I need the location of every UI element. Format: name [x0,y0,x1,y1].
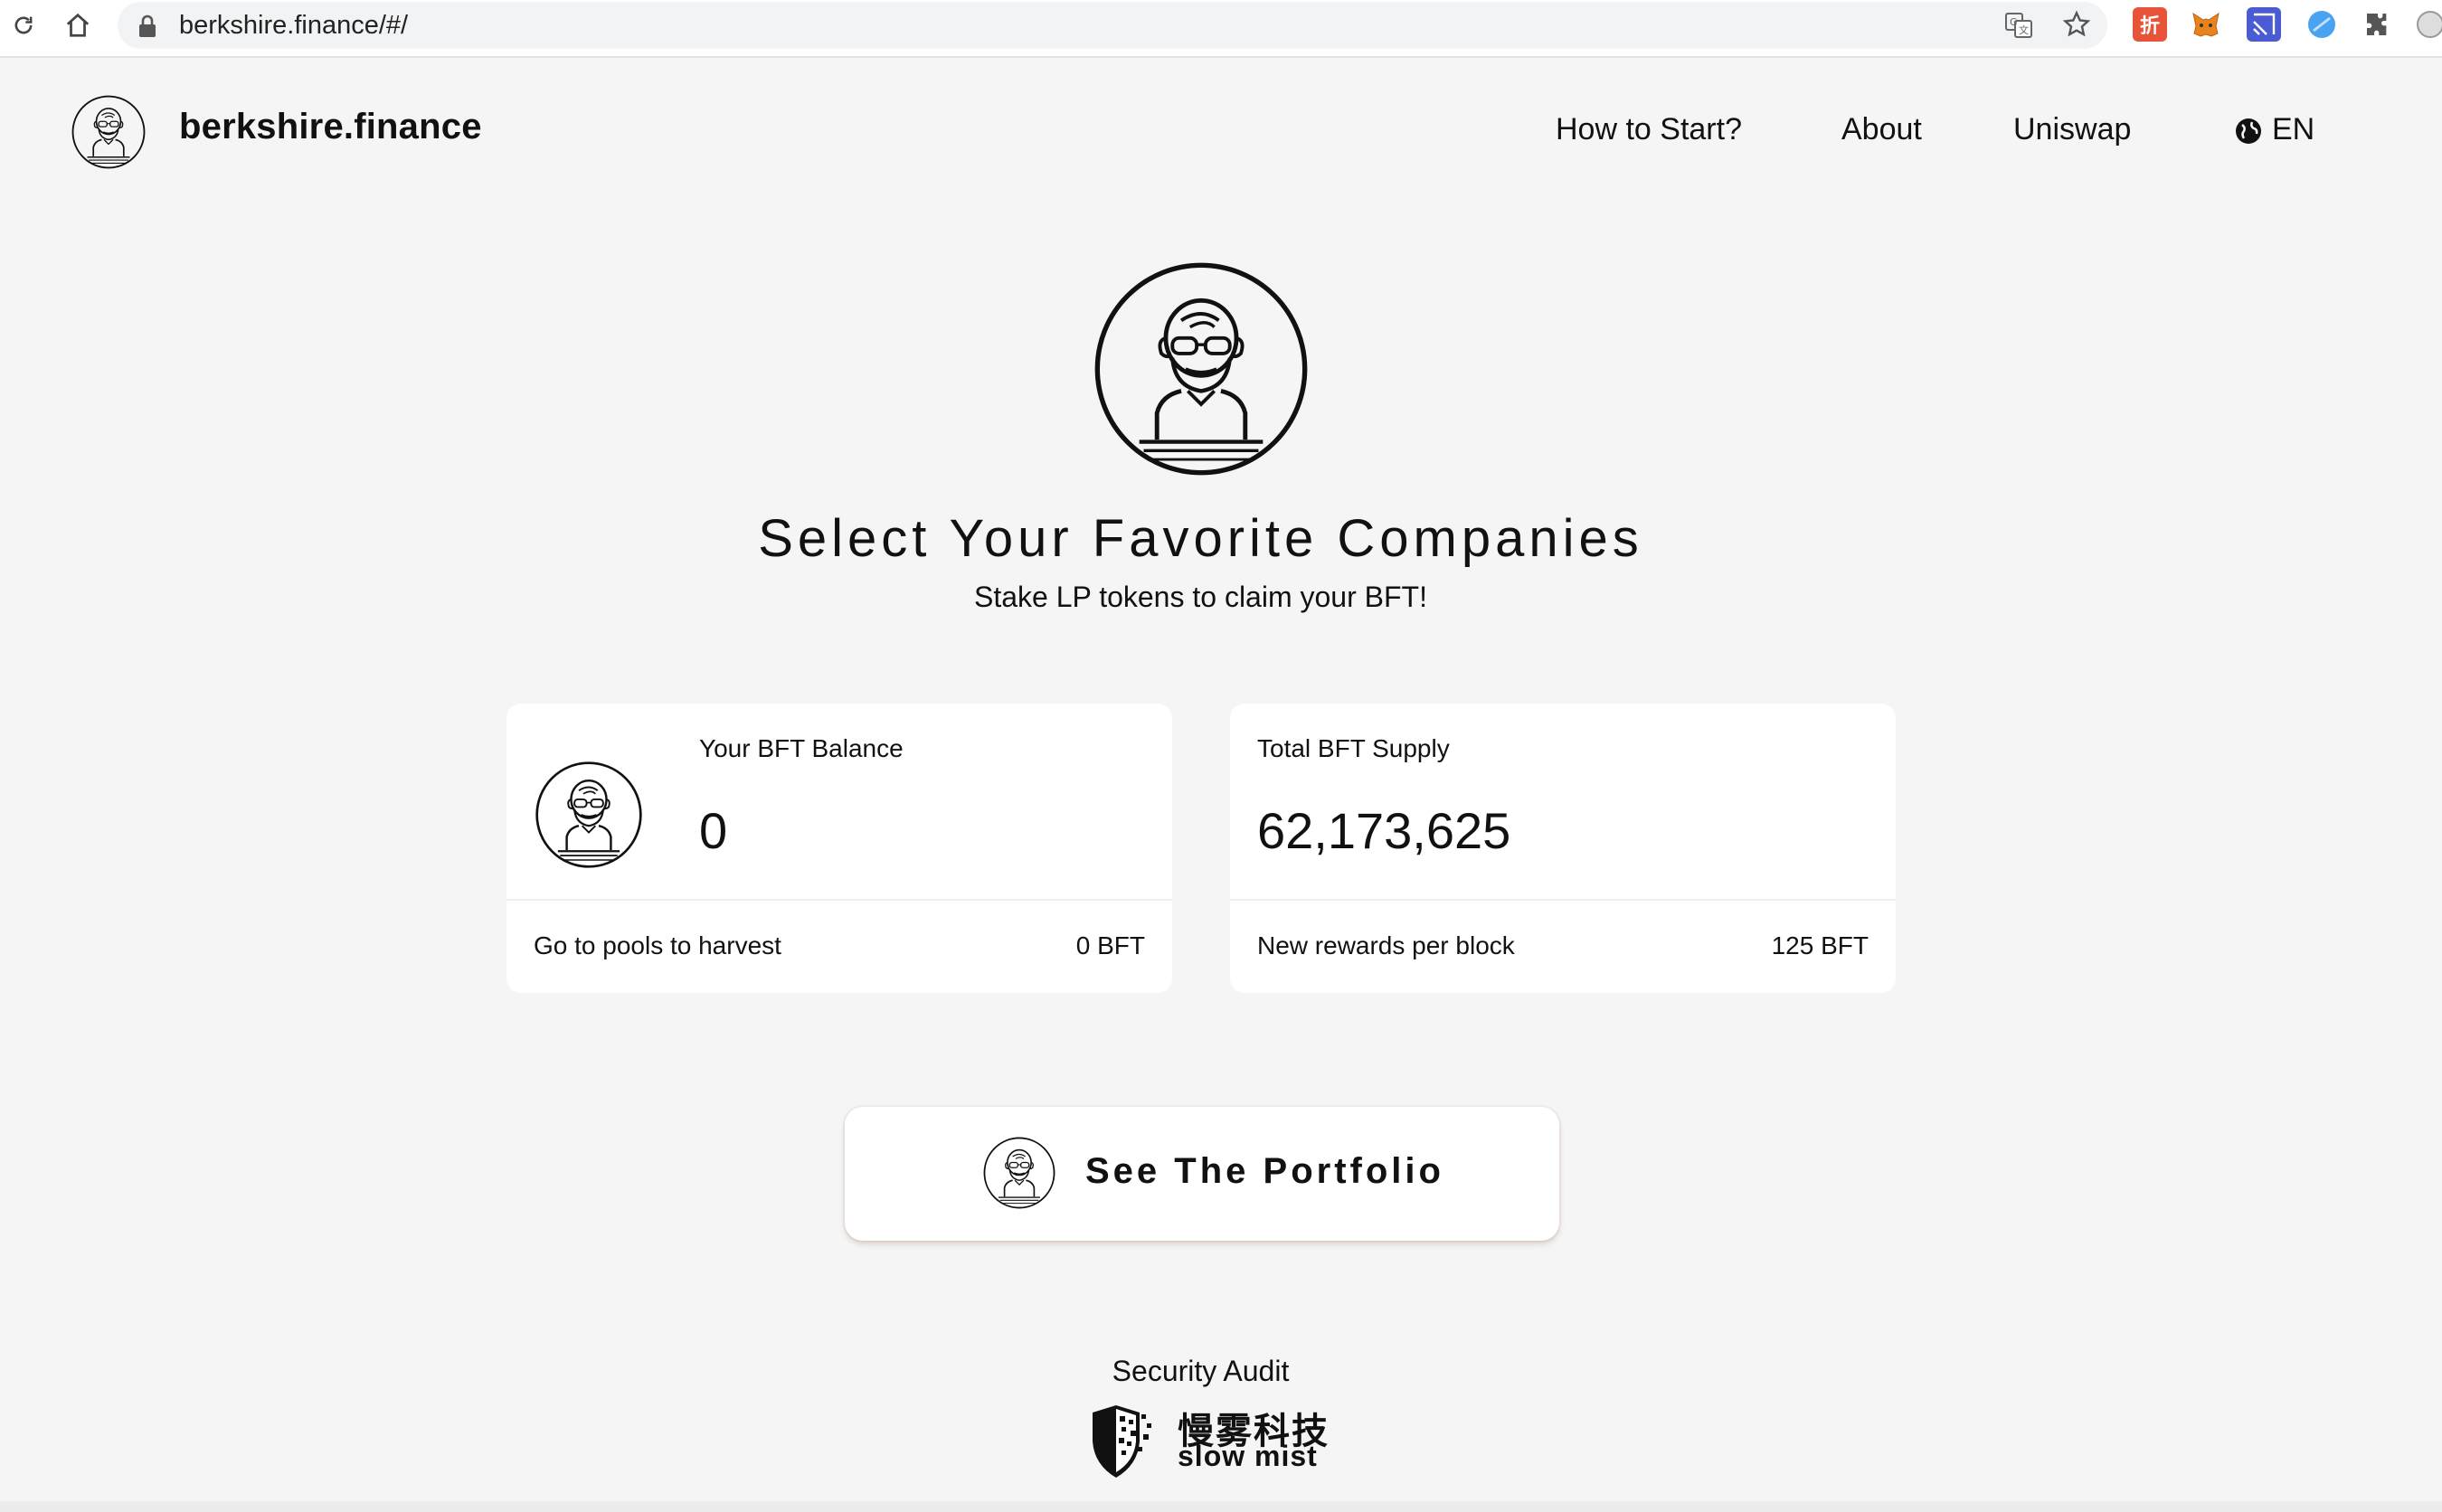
discount-extension-label: 折 [2139,14,2160,37]
page-subtitle: Stake LP tokens to claim your BFT! [974,581,1427,613]
nav-about[interactable]: About [1841,112,1922,147]
card-divider [1230,899,1896,901]
supply-label: Total BFT Supply [1257,734,1450,762]
translate-icon[interactable]: G文 [2002,8,2035,41]
portfolio-button-label: See The Portfolio [1085,1151,1444,1191]
browser-toolbar: berkshire.finance/#/ G文 折 [0,0,2442,58]
bottom-edge [0,1501,2442,1512]
card-divider [506,899,1172,901]
svg-text:G: G [2010,16,2018,28]
home-icon[interactable] [58,5,98,45]
balance-mascot-icon [534,760,644,870]
nav-how-to-start[interactable]: How to Start? [1556,112,1742,147]
balance-label: Your BFT Balance [699,734,904,762]
slowmist-shield-icon [1093,1405,1151,1478]
site-name[interactable]: berkshire.finance [179,107,482,147]
address-bar[interactable]: berkshire.finance/#/ [118,2,2107,49]
supply-value: 62,173,625 [1257,802,1511,859]
lock-icon [137,14,157,43]
portfolio-mascot-icon [982,1136,1056,1210]
balance-value: 0 [699,802,728,859]
url-text: berkshire.finance/#/ [179,11,409,40]
pending-harvest-value: 0 BFT [1075,931,1145,959]
bookmark-star-icon[interactable] [2060,8,2093,41]
metamask-fox-icon[interactable] [2189,7,2223,42]
see-portfolio-button[interactable]: See The Portfolio [845,1107,1559,1241]
slowmist-name-en: slow mist [1178,1440,1318,1472]
security-audit-label: Security Audit [1112,1355,1290,1387]
vpn-extension-icon[interactable] [2247,7,2281,42]
hero-mascot-icon [1091,259,1311,479]
blue-circle-extension-icon[interactable] [2305,7,2339,42]
bft-balance-card: Your BFT Balance 0 Go to pools to harves… [506,704,1172,993]
svg-text:文: 文 [2019,24,2029,36]
rewards-per-block-value: 125 BFT [1771,931,1869,959]
page-title: Select Your Favorite Companies [758,509,1643,568]
berkshire-logo-icon[interactable] [71,94,147,170]
reload-icon[interactable] [4,5,43,45]
profile-avatar-icon[interactable] [2413,7,2442,42]
rewards-per-block-label: New rewards per block [1257,931,1515,959]
language-selector[interactable]: EN [2272,112,2314,147]
harvest-link[interactable]: Go to pools to harvest [534,931,781,960]
puzzle-extensions-icon[interactable] [2361,7,2395,42]
nav-uniswap[interactable]: Uniswap [2013,112,2131,147]
globe-icon[interactable] [2234,117,2263,150]
bft-supply-card: Total BFT Supply 62,173,625 New rewards … [1230,704,1896,993]
discount-extension-icon[interactable]: 折 [2133,7,2167,42]
